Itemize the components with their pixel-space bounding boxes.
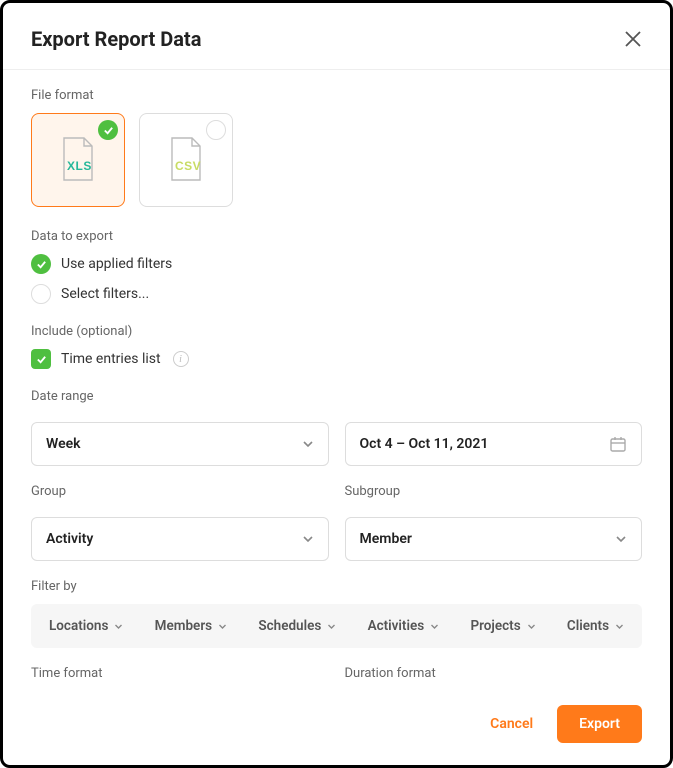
date-range-text: Oct 4 – Oct 11, 2021 bbox=[360, 436, 489, 452]
subgroup-select[interactable]: Member bbox=[345, 517, 643, 561]
data-to-export-label: Data to export bbox=[31, 229, 642, 244]
filter-chip-label: Schedules bbox=[258, 618, 321, 634]
format-option-csv[interactable]: CSV bbox=[139, 113, 233, 207]
group-label: Group bbox=[31, 484, 329, 499]
export-button[interactable]: Export bbox=[557, 705, 642, 743]
chevron-down-icon bbox=[527, 622, 536, 631]
select-value: Member bbox=[360, 531, 412, 547]
chevron-down-icon bbox=[114, 622, 123, 631]
filter-chip-label: Activities bbox=[368, 618, 425, 634]
date-range-picker[interactable]: Oct 4 – Oct 11, 2021 bbox=[345, 422, 643, 466]
format-option-xls[interactable]: XLS bbox=[31, 113, 125, 207]
group-select[interactable]: Activity bbox=[31, 517, 329, 561]
time-format-label: Time format bbox=[31, 666, 329, 681]
select-value: Week bbox=[46, 436, 81, 452]
include-label: Include (optional) bbox=[31, 324, 642, 339]
chevron-down-icon bbox=[430, 622, 439, 631]
filter-bar: Locations Members Schedules Activities P… bbox=[31, 604, 642, 648]
dialog-title: Export Report Data bbox=[31, 27, 201, 51]
filter-chip-members[interactable]: Members bbox=[145, 612, 237, 640]
select-value: Activity bbox=[46, 531, 93, 547]
checkbox-label: Time entries list bbox=[61, 351, 161, 367]
filter-chip-locations[interactable]: Locations bbox=[39, 612, 133, 640]
radio-checked-icon bbox=[31, 254, 51, 274]
date-range-spacer bbox=[345, 389, 643, 404]
close-icon[interactable] bbox=[624, 30, 642, 48]
chevron-down-icon bbox=[327, 622, 336, 631]
filter-by-label: Filter by bbox=[31, 579, 642, 594]
info-icon[interactable]: i bbox=[173, 351, 189, 367]
radio-use-applied-filters[interactable]: Use applied filters bbox=[31, 254, 642, 274]
checkbox-checked-icon bbox=[31, 349, 51, 369]
date-range-preset-select[interactable]: Week bbox=[31, 422, 329, 466]
svg-text:CSV: CSV bbox=[175, 159, 201, 173]
filter-chip-label: Projects bbox=[470, 618, 520, 634]
radio-label: Select filters... bbox=[61, 286, 149, 302]
chevron-down-icon bbox=[615, 533, 627, 545]
file-xls-icon: XLS bbox=[58, 136, 98, 184]
filter-chip-schedules[interactable]: Schedules bbox=[248, 612, 346, 640]
checkbox-time-entries[interactable]: Time entries list i bbox=[31, 349, 642, 369]
filter-chip-label: Members bbox=[155, 618, 212, 634]
filter-chip-clients[interactable]: Clients bbox=[557, 612, 634, 640]
filter-chip-projects[interactable]: Projects bbox=[460, 612, 545, 640]
cancel-button[interactable]: Cancel bbox=[474, 706, 549, 742]
radio-unchecked-icon bbox=[31, 284, 51, 304]
duration-format-label: Duration format bbox=[345, 666, 643, 681]
radio-unchecked-icon bbox=[206, 120, 226, 140]
radio-select-filters[interactable]: Select filters... bbox=[31, 284, 642, 304]
date-range-label: Date range bbox=[31, 389, 329, 404]
file-format-label: File format bbox=[31, 88, 642, 103]
chevron-down-icon bbox=[615, 622, 624, 631]
filter-chip-activities[interactable]: Activities bbox=[358, 612, 450, 640]
subgroup-label: Subgroup bbox=[345, 484, 643, 499]
check-circle-icon bbox=[98, 120, 118, 140]
filter-chip-label: Clients bbox=[567, 618, 609, 634]
chevron-down-icon bbox=[302, 533, 314, 545]
radio-label: Use applied filters bbox=[61, 256, 172, 272]
chevron-down-icon bbox=[302, 438, 314, 450]
file-csv-icon: CSV bbox=[166, 136, 206, 184]
filter-chip-label: Locations bbox=[49, 618, 108, 634]
chevron-down-icon bbox=[218, 622, 227, 631]
calendar-icon bbox=[609, 435, 627, 453]
svg-text:XLS: XLS bbox=[67, 159, 92, 173]
